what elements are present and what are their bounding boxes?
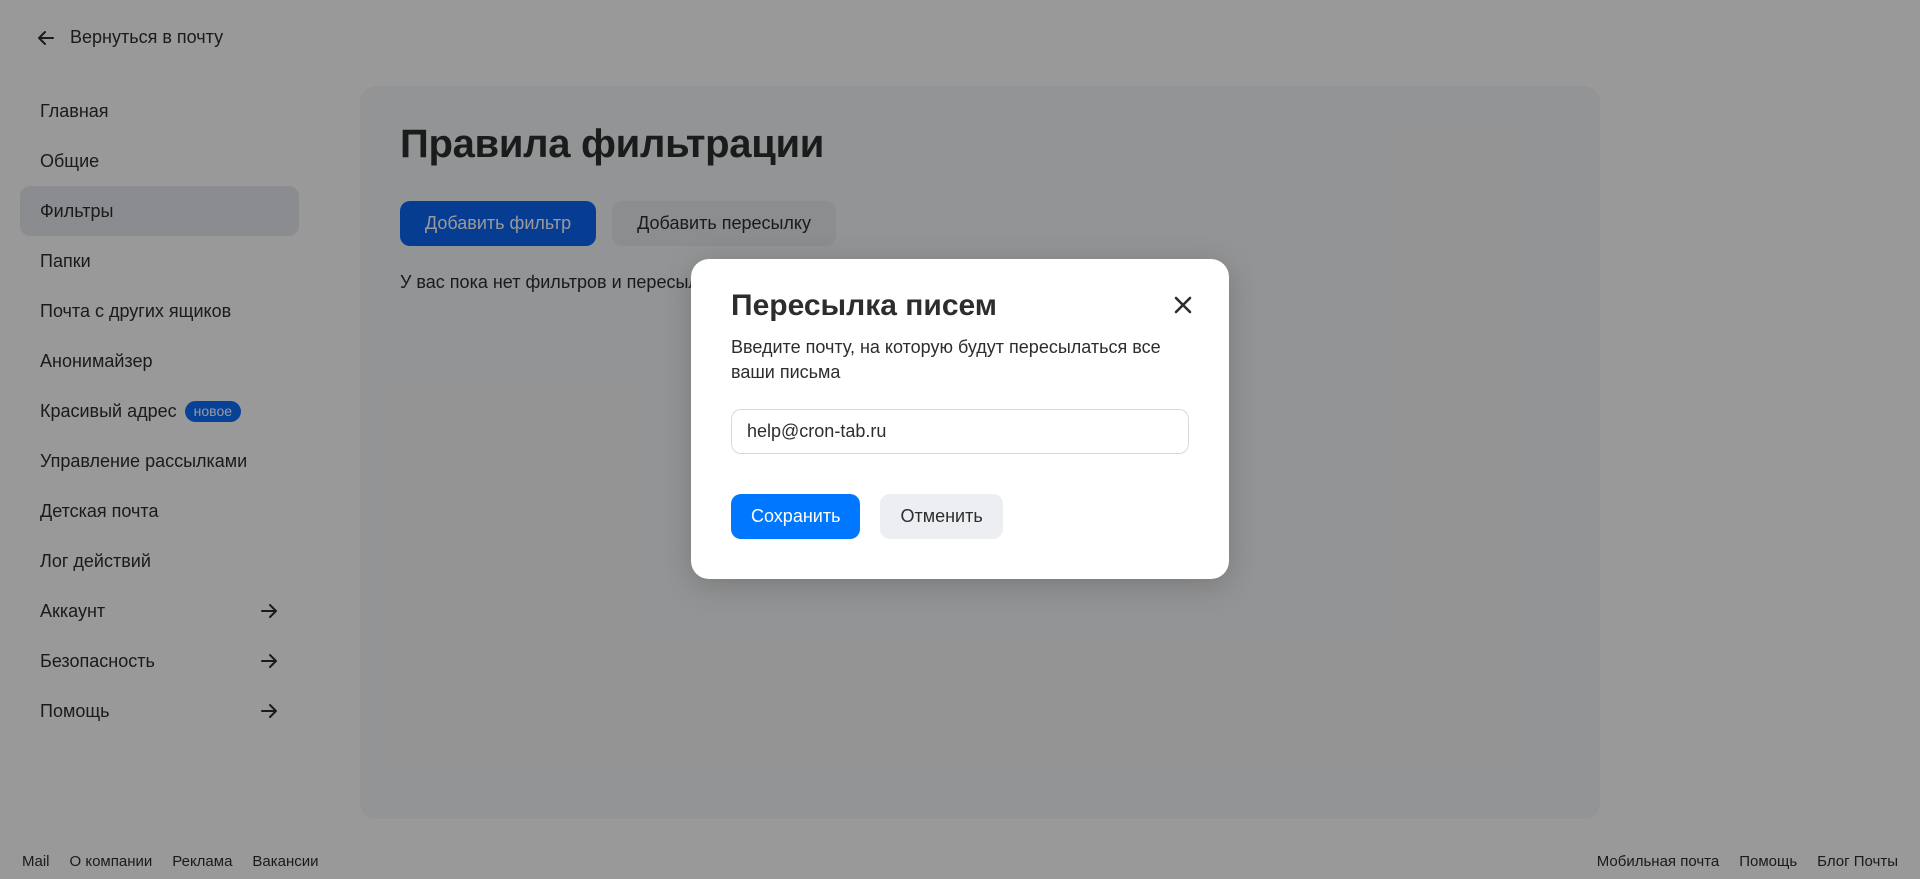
close-icon[interactable] bbox=[1171, 293, 1195, 317]
dialog-description: Введите почту, на которую будут пересыла… bbox=[731, 337, 1161, 382]
dialog-actions: Сохранить Отменить bbox=[731, 494, 1003, 539]
forwarding-dialog: Пересылка писем Введите почту, на котору… bbox=[691, 259, 1229, 579]
forwarding-email-input[interactable] bbox=[731, 409, 1189, 454]
cancel-button[interactable]: Отменить bbox=[880, 494, 1003, 539]
save-button[interactable]: Сохранить bbox=[731, 494, 861, 539]
dialog-title: Пересылка писем bbox=[731, 289, 997, 322]
